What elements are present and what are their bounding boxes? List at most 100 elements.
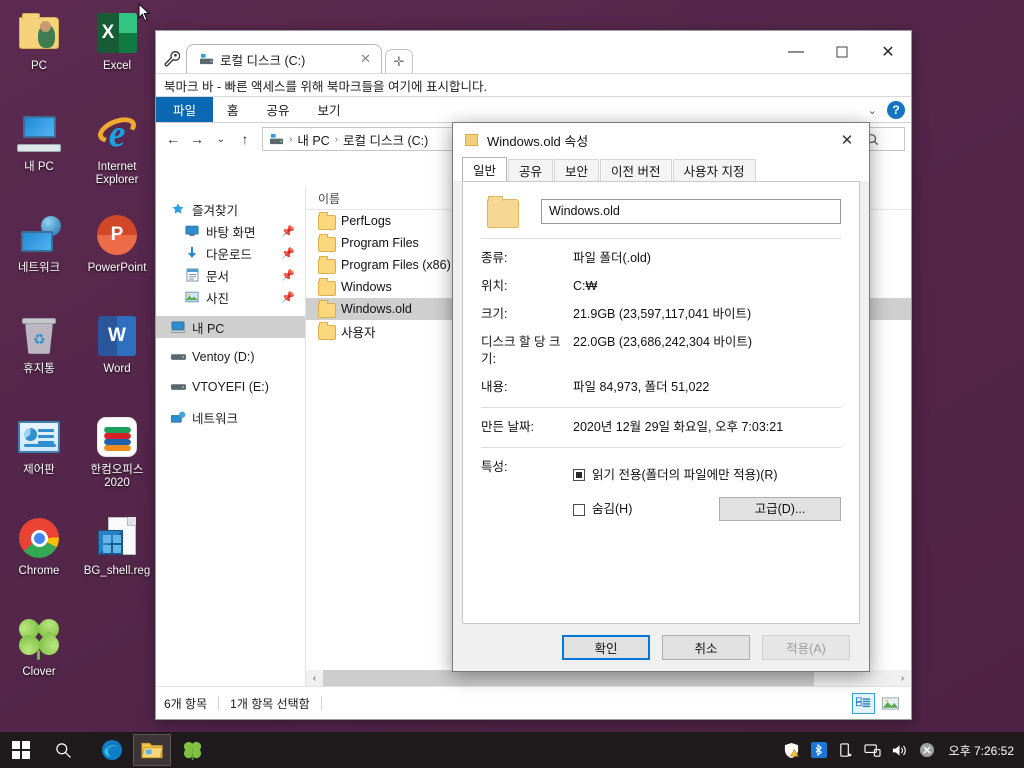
- breadcrumb-item-local-disk[interactable]: 로컬 디스크 (C:): [343, 130, 428, 149]
- forward-button[interactable]: →: [186, 127, 208, 151]
- desktop-icon-clover[interactable]: Clover: [0, 610, 78, 711]
- bookmark-bar[interactable]: 북마크 바 - 빠른 액세스를 위해 북마크들을 여기에 표시합니다.: [156, 73, 911, 97]
- properties-dialog[interactable]: Windows.old 속성 ✕ 일반 공유 보안 이전 버전 사용자 지정 W…: [452, 122, 870, 672]
- up-button[interactable]: ↑: [234, 127, 256, 151]
- desktop-icon-this-pc[interactable]: 내 PC: [0, 105, 78, 206]
- desktop-icon-recycle-bin[interactable]: ♻ 휴지통: [0, 307, 78, 408]
- sidebar-item-documents[interactable]: 문서 📌: [156, 264, 305, 286]
- desktop-icon-internet-explorer[interactable]: e Internet Explorer: [78, 105, 156, 206]
- explorer-tab-label: 로컬 디스크 (C:): [220, 53, 306, 68]
- wrench-icon[interactable]: [156, 43, 186, 73]
- apply-button[interactable]: 적용(A): [762, 635, 850, 660]
- tab-general[interactable]: 일반: [462, 157, 508, 181]
- readonly-attribute-row[interactable]: 읽기 전용(폴더의 파일에만 적용)(R): [573, 467, 841, 484]
- clover-icon: [183, 741, 201, 760]
- property-value: 21.9GB (23,597,117,041 바이트): [573, 307, 752, 321]
- back-button[interactable]: ←: [162, 127, 184, 151]
- close-icon[interactable]: [918, 741, 936, 759]
- scroll-right-arrow[interactable]: ›: [894, 670, 911, 686]
- ribbon-tab-home[interactable]: 홈: [213, 97, 253, 122]
- ok-button[interactable]: 확인: [562, 635, 650, 660]
- breadcrumb-separator: ›: [289, 133, 293, 145]
- taskbar-app-edge[interactable]: [93, 734, 131, 766]
- ribbon-tab-view[interactable]: 보기: [304, 97, 355, 122]
- file-explorer-icon: [140, 742, 163, 759]
- tab-customize[interactable]: 사용자 지정: [672, 159, 756, 181]
- dialog-close-button[interactable]: ✕: [825, 123, 869, 157]
- pin-icon[interactable]: 📌: [281, 225, 295, 238]
- chevron-down-icon[interactable]: ⌄: [868, 104, 877, 117]
- hidden-checkbox[interactable]: [573, 504, 585, 516]
- network-icon[interactable]: [864, 741, 882, 759]
- sidebar-item-downloads[interactable]: 다운로드 📌: [156, 242, 305, 264]
- desktop-icon-control-panel[interactable]: 제어판: [0, 408, 78, 509]
- scrollbar-thumb[interactable]: [323, 670, 815, 686]
- desktop-icon-pc[interactable]: PC: [0, 4, 78, 105]
- sidebar-item-network[interactable]: 네트워크: [156, 406, 305, 428]
- ribbon-tab-share[interactable]: 공유: [253, 97, 304, 122]
- defender-warning-icon[interactable]: [783, 741, 801, 759]
- sidebar-item-ventoy-d[interactable]: Ventoy (D:): [156, 346, 305, 368]
- search-button[interactable]: [42, 732, 84, 768]
- sidebar-item-this-pc[interactable]: 내 PC: [156, 316, 305, 338]
- scrollbar-track[interactable]: [323, 670, 894, 686]
- recent-locations-icon[interactable]: ⌄: [210, 127, 232, 151]
- new-tab-button[interactable]: ✛: [385, 49, 413, 73]
- close-icon[interactable]: ✕: [356, 51, 375, 67]
- tab-previous-versions[interactable]: 이전 버전: [600, 159, 672, 181]
- usb-eject-icon[interactable]: [837, 741, 855, 759]
- cancel-button[interactable]: 취소: [662, 635, 750, 660]
- desktop-icon-powerpoint[interactable]: P PowerPoint: [78, 206, 156, 307]
- desktop-icon-chrome[interactable]: Chrome: [0, 509, 78, 610]
- desktop-icon-label: Clover: [22, 666, 56, 678]
- desktop-icon-label: 휴지통: [23, 363, 55, 375]
- details-view-button[interactable]: [852, 692, 875, 714]
- desktop-icon-bg-shell-reg[interactable]: BG_shell.reg: [78, 509, 156, 610]
- large-icons-view-button[interactable]: [879, 693, 902, 714]
- horizontal-scrollbar[interactable]: ‹ ›: [306, 670, 911, 686]
- drive-icon: [269, 133, 284, 146]
- hidden-attribute-row[interactable]: 숨김(H) 고급(D)...: [573, 497, 841, 521]
- desktop-icon-hancom-office[interactable]: 한컴오피스 2020: [78, 408, 156, 509]
- pictures-icon: [184, 290, 200, 304]
- control-panel-icon: [16, 414, 62, 460]
- bluetooth-icon[interactable]: [810, 741, 828, 759]
- taskbar-app-clover[interactable]: [173, 734, 211, 766]
- explorer-tab[interactable]: 로컬 디스크 (C:) ✕: [186, 44, 382, 73]
- taskbar-clock[interactable]: 오후 7:26:52: [945, 742, 1014, 759]
- close-button[interactable]: ✕: [865, 31, 911, 73]
- pin-icon[interactable]: 📌: [281, 269, 295, 282]
- breadcrumb-item-this-pc[interactable]: 내 PC: [297, 130, 329, 149]
- maximize-button[interactable]: [819, 31, 865, 73]
- sidebar-item-pictures[interactable]: 사진 📌: [156, 286, 305, 308]
- start-button[interactable]: [0, 732, 42, 768]
- pin-icon[interactable]: 📌: [281, 291, 295, 304]
- help-icon[interactable]: ?: [887, 101, 905, 119]
- folder-name-input[interactable]: Windows.old: [541, 198, 841, 224]
- network-icon: [16, 212, 62, 258]
- minimize-button[interactable]: —: [773, 31, 819, 73]
- desktop-icon-network[interactable]: 네트워크: [0, 206, 78, 307]
- desktop-icon-word[interactable]: W Word: [78, 307, 156, 408]
- tab-sharing[interactable]: 공유: [508, 159, 554, 181]
- readonly-checkbox[interactable]: [573, 469, 585, 481]
- pin-icon[interactable]: 📌: [281, 247, 295, 260]
- ribbon-tab-file[interactable]: 파일: [156, 97, 214, 122]
- dialog-footer: 확인 취소 적용(A): [453, 624, 869, 671]
- volume-icon[interactable]: [891, 741, 909, 759]
- tab-security[interactable]: 보안: [554, 159, 600, 181]
- sidebar-item-label: 문서: [206, 269, 230, 284]
- dialog-title-bar[interactable]: Windows.old 속성 ✕: [453, 123, 869, 157]
- navigation-pane[interactable]: 즐겨찾기 바탕 화면 📌 다운로드 📌 문서 📌 사진 📌 내 PC Vento…: [156, 188, 306, 686]
- property-row-contains: 내용: 파일 84,973, 폴더 51,022: [481, 379, 841, 396]
- advanced-button[interactable]: 고급(D)...: [719, 497, 841, 521]
- explorer-title-bar[interactable]: 로컬 디스크 (C:) ✕ ✛ — ✕: [156, 31, 911, 73]
- sidebar-item-desktop[interactable]: 바탕 화면 📌: [156, 220, 305, 242]
- registry-file-icon: [94, 515, 140, 561]
- taskbar[interactable]: 오후 7:26:52: [0, 732, 1024, 768]
- scroll-left-arrow[interactable]: ‹: [306, 670, 323, 686]
- sidebar-item-favorites[interactable]: 즐겨찾기: [156, 198, 305, 220]
- taskbar-app-file-explorer[interactable]: [133, 734, 171, 766]
- sidebar-item-vtoyefi-e[interactable]: VTOYEFI (E:): [156, 376, 305, 398]
- folder-user-icon: [16, 10, 62, 56]
